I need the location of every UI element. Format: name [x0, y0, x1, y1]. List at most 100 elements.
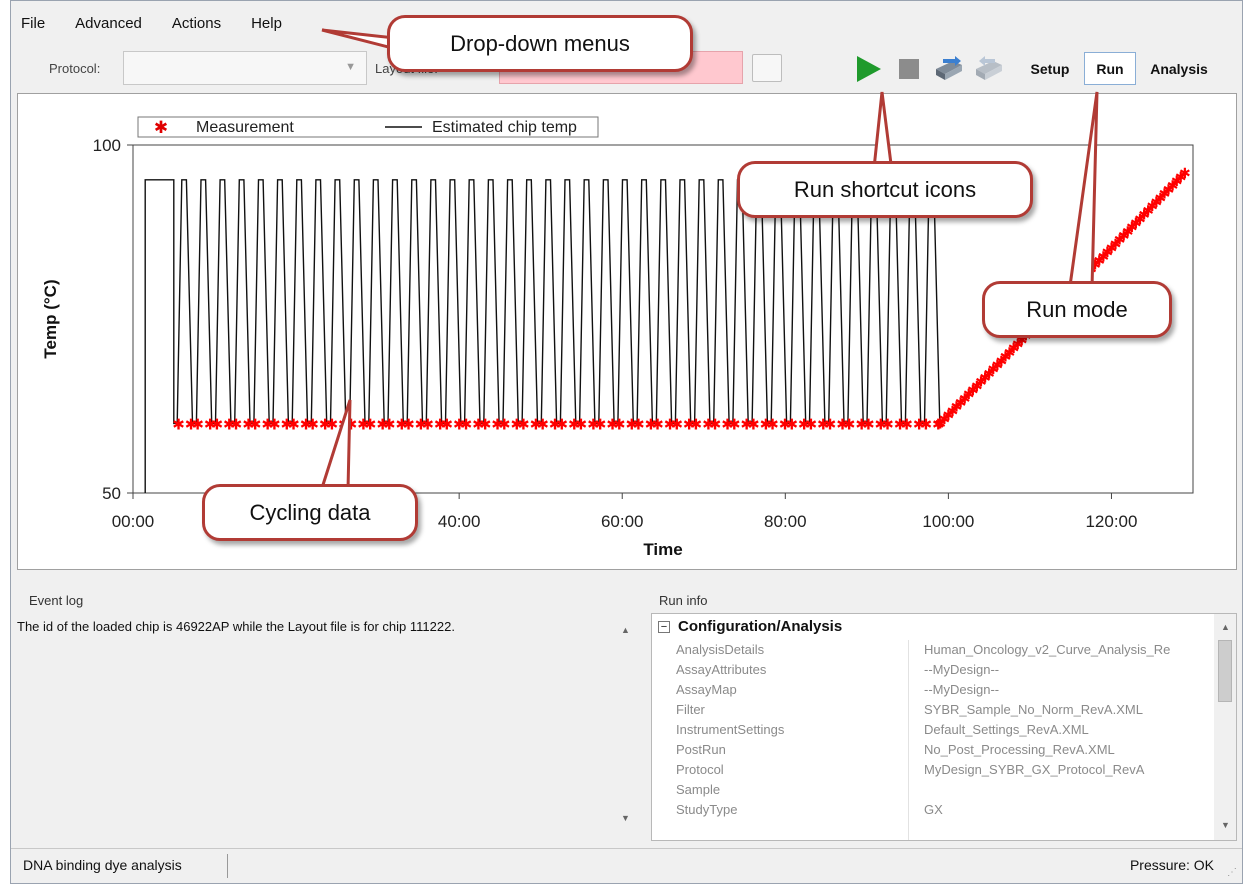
event-log-message: The id of the loaded chip is 46922AP whi…	[17, 619, 455, 634]
measurement-point: ✱	[211, 416, 224, 433]
run-info-key: InstrumentSettings	[676, 722, 785, 737]
measurement-point: ✱	[632, 416, 645, 433]
scroll-up-icon[interactable]: ▲	[1221, 622, 1230, 632]
measurement-point: ✱	[728, 416, 741, 433]
run-info-key: AssayAttributes	[676, 662, 767, 677]
menu-file[interactable]: File	[21, 15, 45, 32]
callout-run-shortcut-icons: Run shortcut icons	[737, 161, 1033, 218]
measurement-point: ✱	[191, 416, 204, 433]
run-info-row[interactable]: StudyType GX	[652, 800, 1208, 820]
menu-actions[interactable]: Actions	[172, 15, 221, 32]
measurement-point: ✱	[920, 416, 933, 433]
y-axis-label: Temp (°C)	[41, 279, 60, 358]
x-tick-label: 100:00	[922, 512, 974, 531]
run-info-key: AnalysisDetails	[676, 642, 765, 657]
collapse-icon[interactable]: −	[658, 620, 670, 633]
run-info-row[interactable]: InstrumentSettings Default_Settings_RevA.…	[652, 720, 1208, 740]
menu-bar: File Advanced Actions Help	[21, 1, 312, 45]
measurement-point: ✱	[306, 416, 319, 433]
run-info-category-label: Configuration/Analysis	[678, 618, 843, 635]
measurement-point: ✱	[690, 416, 703, 433]
legend-measurement-marker: ✱	[154, 118, 168, 137]
measurement-point: ✱	[575, 416, 588, 433]
run-info-row[interactable]: Filter SYBR_Sample_No_Norm_RevA.XML	[652, 700, 1208, 720]
measurement-point: ✱	[172, 416, 185, 433]
measurement-point: ✱	[345, 416, 358, 433]
x-tick-label: 120:00	[1085, 512, 1137, 531]
scrollbar-thumb[interactable]	[1218, 640, 1232, 702]
measurement-point: ✱	[402, 416, 415, 433]
run-info-row[interactable]: AnalysisDetails Human_Oncology_v2_Curve_A…	[652, 640, 1208, 660]
measurement-point: ✱	[1179, 165, 1191, 181]
run-info-category[interactable]: − Configuration/Analysis	[658, 618, 842, 635]
callout-cycling-data: Cycling data	[202, 484, 418, 541]
measurement-point: ✱	[249, 416, 262, 433]
tab-analysis[interactable]: Analysis	[1139, 52, 1219, 85]
menu-advanced[interactable]: Advanced	[75, 15, 142, 32]
x-axis-label: Time	[643, 540, 682, 559]
run-info-row[interactable]: AssayMap --MyDesign--	[652, 680, 1208, 700]
run-info-key: Filter	[676, 702, 705, 717]
resize-grip-icon[interactable]: ⋰	[1227, 867, 1237, 878]
measurement-point: ✱	[536, 416, 549, 433]
play-icon[interactable]	[852, 53, 884, 85]
measurement-point: ✱	[651, 416, 664, 433]
run-info-key: Sample	[676, 782, 721, 797]
scroll-up-icon[interactable]: ▲	[621, 625, 630, 635]
run-info-value: No_Post_Processing_RevA.XML	[924, 742, 1115, 757]
measurement-point: ✱	[479, 416, 492, 433]
protocol-label: Protocol:	[49, 61, 101, 76]
tab-run[interactable]: Run	[1084, 52, 1136, 85]
run-info-key: StudyType	[676, 802, 738, 817]
run-info-value: Default_Settings_RevA.XML	[924, 722, 1089, 737]
browse-layout-button[interactable]	[752, 54, 782, 82]
run-info-row[interactable]: AssayAttributes --MyDesign--	[652, 660, 1208, 680]
run-info-value: --MyDesign--	[924, 682, 1000, 697]
load-chip-icon[interactable]	[933, 53, 965, 85]
measurement-point: ✱	[326, 416, 339, 433]
measurement-point: ✱	[517, 416, 530, 433]
measurement-point: ✱	[613, 416, 626, 433]
measurement-point: ✱	[900, 416, 913, 433]
scroll-down-icon[interactable]: ▼	[1221, 820, 1230, 830]
tab-setup[interactable]: Setup	[1017, 52, 1083, 85]
measurement-point: ✱	[230, 416, 243, 433]
run-info-key: PostRun	[676, 742, 726, 757]
run-info-row[interactable]: Protocol MyDesign_SYBR_GX_Protocol_RevA	[652, 760, 1208, 780]
run-info-value: Human_Oncology_v2_Curve_Analysis_Re	[924, 642, 1171, 657]
scroll-down-icon[interactable]: ▼	[621, 813, 630, 823]
measurement-point: ✱	[824, 416, 837, 433]
run-info-value: MyDesign_SYBR_GX_Protocol_RevA	[924, 762, 1145, 777]
measurement-point: ✱	[862, 416, 875, 433]
legend-measurement-label: Measurement	[196, 119, 294, 136]
measurement-point: ✱	[441, 416, 454, 433]
status-pressure: Pressure: OK	[1129, 857, 1214, 873]
measurement-point: ✱	[268, 416, 281, 433]
eject-chip-icon[interactable]	[973, 53, 1005, 85]
callout-drop-down-menus: Drop-down menus	[387, 15, 693, 72]
run-info-scrollbar[interactable]: ▲ ▼	[1214, 614, 1236, 840]
y-tick-label: 100	[93, 136, 121, 155]
run-info-row[interactable]: PostRun No_Post_Processing_RevA.XML	[652, 740, 1208, 760]
run-info-column-divider	[908, 640, 909, 840]
run-info-key: AssayMap	[676, 682, 737, 697]
measurement-point: ✱	[843, 416, 856, 433]
measurement-point: ✱	[670, 416, 683, 433]
x-tick-label: 60:00	[601, 512, 644, 531]
run-info-row[interactable]: Sample	[652, 780, 1208, 800]
callout-run-mode: Run mode	[982, 281, 1172, 338]
chevron-down-icon: ▼	[345, 61, 356, 73]
y-tick-label: 50	[102, 484, 121, 503]
measurement-point: ✱	[881, 416, 894, 433]
protocol-dropdown[interactable]: ▼	[123, 51, 367, 85]
measurement-point: ✱	[421, 416, 434, 433]
measurement-point: ✱	[460, 416, 473, 433]
x-tick-label: 00:00	[112, 512, 155, 531]
event-log-title: Event log	[29, 593, 84, 608]
run-info-grid: − Configuration/Analysis AnalysisDetails…	[651, 613, 1237, 841]
measurement-point: ✱	[805, 416, 818, 433]
measurement-point: ✱	[594, 416, 607, 433]
menu-help[interactable]: Help	[251, 15, 282, 32]
event-log-scrollbar[interactable]: ▲ ▼	[615, 615, 635, 841]
stop-icon[interactable]	[893, 53, 925, 85]
